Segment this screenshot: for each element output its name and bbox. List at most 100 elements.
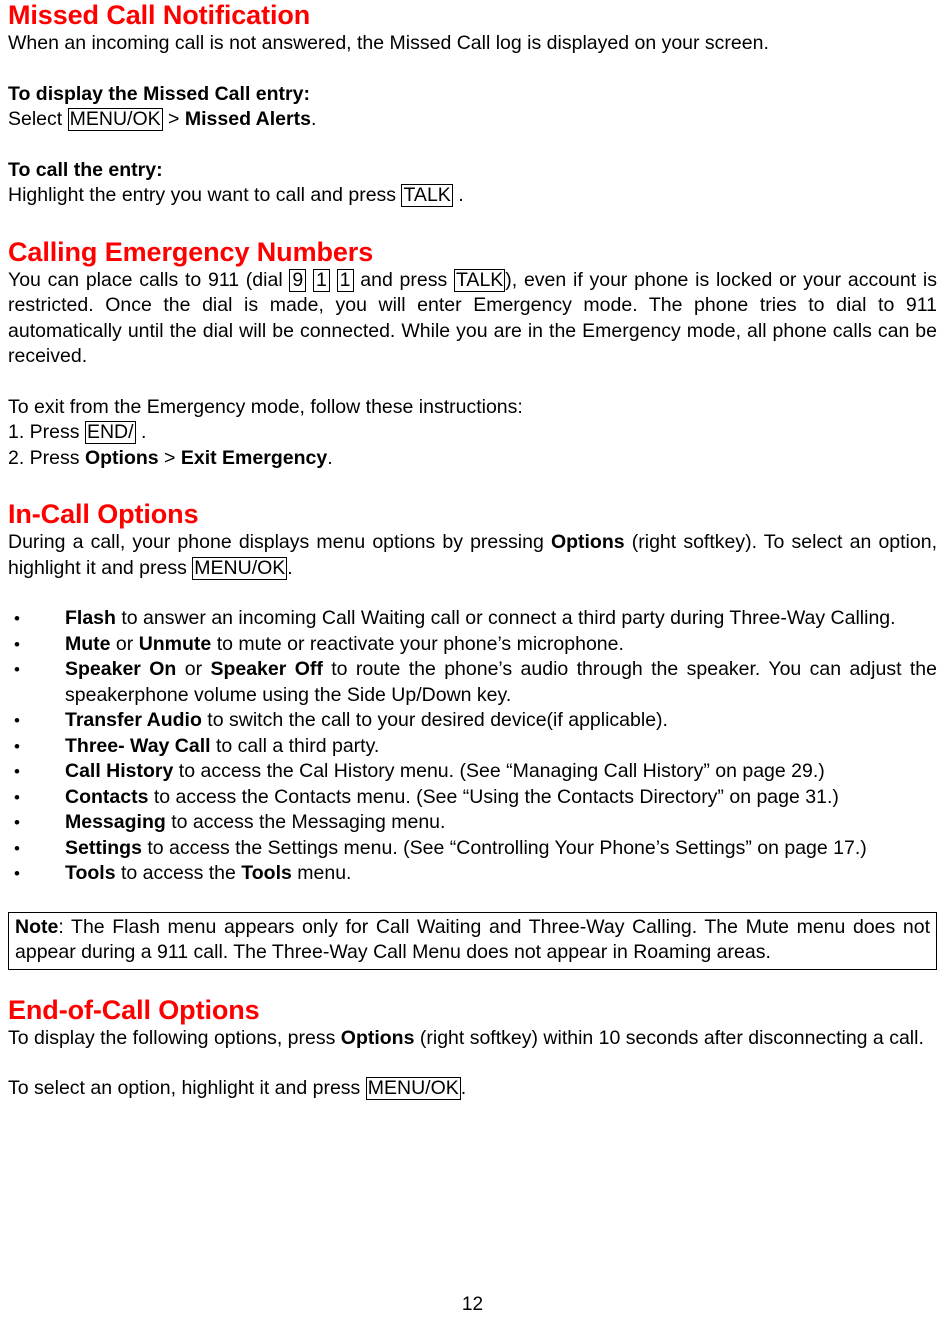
text-step2-before: 2. Press [8,446,85,469]
in-call-options-list: Flash to answer an incoming Call Waiting… [8,606,937,887]
key-digit-1-second[interactable]: 1 [336,268,354,292]
text-period: . [287,556,293,579]
heading-in-call-options: In-Call Options [8,499,199,529]
text-endcall-part2: (right softkey) within 10 seconds after … [414,1026,924,1049]
text-period: . [327,446,333,469]
heading-calling-emergency-numbers: Calling Emergency Numbers [8,236,374,267]
option-label-speaker-off[interactable]: Speaker Off [210,658,322,680]
option-label-transfer-audio[interactable]: Transfer Audio [65,709,202,731]
text-step1-after: . [135,421,147,443]
note-text: : The Flash menu appears only for Call W… [15,915,930,964]
option-label-tools[interactable]: Tools [65,862,116,884]
key-menu-ok[interactable]: MENU/OK [365,1077,461,1100]
page-number: 12 [461,1294,484,1315]
option-label-speaker-on[interactable]: Speaker On [65,658,176,680]
text-chevron: > [162,108,185,130]
text-emergency-part2: and press [353,268,454,291]
option-description: to call a third party. [210,734,380,757]
option-label-flash[interactable]: Flash [65,607,116,629]
subheading-label: To display the Missed Call entry: [8,82,310,105]
text-to-access: to access the [115,862,242,884]
option-label-three-way-call[interactable]: Three- Way Call [65,735,211,757]
subheading-display-missed-call-entry: To display the Missed Call entry: [8,82,937,108]
list-item-mute: Mute or Unmute to mute or reactivate you… [8,632,937,658]
list-item-flash: Flash to answer an incoming Call Waiting… [8,606,937,632]
paragraph-display-missed-call-entry: Select MENU/OK > Missed Alerts. [8,107,937,133]
list-item-speaker: Speaker On or Speaker Off to route the p… [8,657,937,708]
list-item-contacts: Contacts to access the Contacts menu. (S… [8,785,937,811]
text-period: . [460,1077,467,1099]
paragraph-in-call-intro: During a call, your phone displays menu … [8,530,937,581]
paragraph-exit-emergency-intro: To exit from the Emergency mode, follow … [8,395,523,418]
list-item-tools: Tools to access the Tools menu. [8,861,937,887]
text-incall-part1: During a call, your phone displays menu … [8,531,551,553]
option-description: to answer an incoming Call Waiting call … [115,607,896,629]
text-or: or [176,658,211,680]
menu-item-options[interactable]: Options [341,1027,415,1049]
text-chevron: > [158,446,181,469]
key-menu-ok[interactable]: MENU/OK [192,556,288,580]
note-box: Note: The Flash menu appears only for Ca… [8,911,937,970]
option-label-messaging[interactable]: Messaging [65,811,166,833]
list-item-call-history: Call History to access the Cal History m… [8,759,937,785]
text-step1-before: 1. Press [8,421,85,443]
option-description: to switch the call to your desired devic… [201,709,668,731]
text-or: or [110,632,139,655]
subheading-label: To call the entry: [8,158,163,181]
option-description: to access the Contacts menu. (See “Using… [148,785,839,808]
text-period: . [452,184,464,206]
heading-missed-call-notification: Missed Call Notification [8,0,311,30]
option-label-mute[interactable]: Mute [65,633,111,655]
option-description: to access the Cal History menu. (See “Ma… [173,760,825,782]
heading-end-of-call-options: End-of-Call Options [8,994,260,1025]
menu-item-tools[interactable]: Tools [241,862,292,884]
key-digit-1-first[interactable]: 1 [313,268,330,292]
note-label: Note [15,915,59,938]
option-description: menu. [291,862,352,884]
option-label-settings[interactable]: Settings [65,837,142,859]
key-talk[interactable]: TALK [401,184,453,207]
option-description: to access the Settings menu. (See “Contr… [141,836,867,859]
menu-item-missed-alerts[interactable]: Missed Alerts [185,108,311,130]
text-period: . [310,108,317,130]
list-item-messaging: Messaging to access the Messaging menu. [8,810,937,836]
text-endcall-part1: To display the following options, press [8,1026,341,1049]
text-select: Select [8,108,68,130]
list-item-three-way-call: Three- Way Call to call a third party. [8,734,937,760]
list-item-exit-step-2: 2. Press Options > Exit Emergency. [8,446,937,472]
key-talk[interactable]: TALK [453,268,506,292]
option-label-unmute[interactable]: Unmute [139,633,212,655]
menu-item-options[interactable]: Options [551,531,625,553]
paragraph-end-of-call-select: To select an option, highlight it and pr… [8,1076,937,1102]
list-item-transfer-audio: Transfer Audio to switch the call to you… [8,708,937,734]
list-item-exit-step-1: 1. Press END/ . [8,420,937,446]
option-description: to access the Messaging menu. [165,811,446,833]
menu-item-options[interactable]: Options [85,447,159,469]
subheading-call-the-entry: To call the entry: [8,158,937,184]
option-label-contacts[interactable]: Contacts [65,786,148,808]
menu-item-exit-emergency[interactable]: Exit Emergency [181,447,327,469]
text-select-before: To select an option, highlight it and pr… [8,1077,366,1099]
text-highlight-entry: Highlight the entry you want to call and… [8,184,402,206]
paragraph-end-of-call-intro: To display the following options, press … [8,1026,937,1052]
text-emergency-part1: You can place calls to 911 (dial [8,268,290,291]
paragraph-call-the-entry: Highlight the entry you want to call and… [8,183,937,209]
key-digit-9[interactable]: 9 [289,268,307,292]
document-page: Missed Call Notification When an incomin… [0,0,945,1332]
paragraph-missed-call-intro: When an incoming call is not answered, t… [8,32,769,54]
paragraph-emergency-numbers: You can place calls to 911 (dial 9 1 1 a… [8,268,937,370]
option-description: to mute or reactivate your phone’s micro… [211,632,624,655]
list-item-settings: Settings to access the Settings menu. (S… [8,836,937,862]
key-end[interactable]: END/ [84,421,136,444]
option-label-call-history[interactable]: Call History [65,760,173,782]
key-menu-ok[interactable]: MENU/OK [67,108,163,131]
